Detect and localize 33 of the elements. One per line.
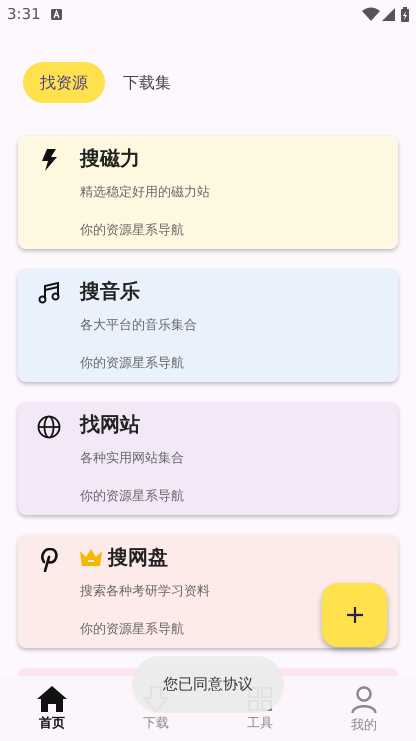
card[interactable]: 找网站 各种实用网站集合 你的资源星系导航 [18,402,398,515]
nav-item[interactable]: 首页 [0,676,104,741]
card-subtitle: 精选稳定好用的磁力站 [80,184,210,202]
card-caption: 你的资源星系导航 [80,488,184,506]
agreement-toast: 您已同意协议 [132,656,284,713]
card[interactable]: 搜网盘 搜索各种考研学习资料 你的资源星系导航 [18,535,398,648]
card-caption: 你的资源星系导航 [80,222,185,240]
status-time: 3:31 [7,4,41,25]
card-subtitle: 搜索各种考研学习资料 [80,583,210,601]
card[interactable]: 搜磁力 精选稳定好用的磁力站 你的资源星系导航 [18,136,398,249]
card-title: 搜音乐 [80,278,140,305]
music-note-icon [38,282,60,304]
add-button[interactable] [322,583,387,647]
card[interactable]: 搜音乐 各大平台的音乐集合 你的资源星系导航 [18,269,398,382]
tab[interactable]: 找资源 [23,62,105,103]
wifi-icon [362,7,380,21]
card-subtitle: 各种实用网站集合 [80,450,184,468]
battery-icon [401,6,409,22]
card-caption: 你的资源星系导航 [80,354,185,372]
pin-logo-icon [40,548,58,572]
notification-icon [50,8,62,20]
card-title: 找网站 [80,411,140,438]
plus-icon [346,607,362,623]
lightning-icon [40,149,58,171]
card-subtitle: 各大平台的音乐集合 [80,317,197,335]
globe-icon [37,415,61,439]
tab[interactable]: 下载集 [107,62,187,103]
card-title: 搜网盘 [108,544,168,571]
person-icon [351,686,377,714]
card-title: 搜磁力 [80,145,140,172]
card-caption: 你的资源星系导航 [80,620,185,638]
signal-icon [382,8,395,20]
home-icon [37,686,67,712]
